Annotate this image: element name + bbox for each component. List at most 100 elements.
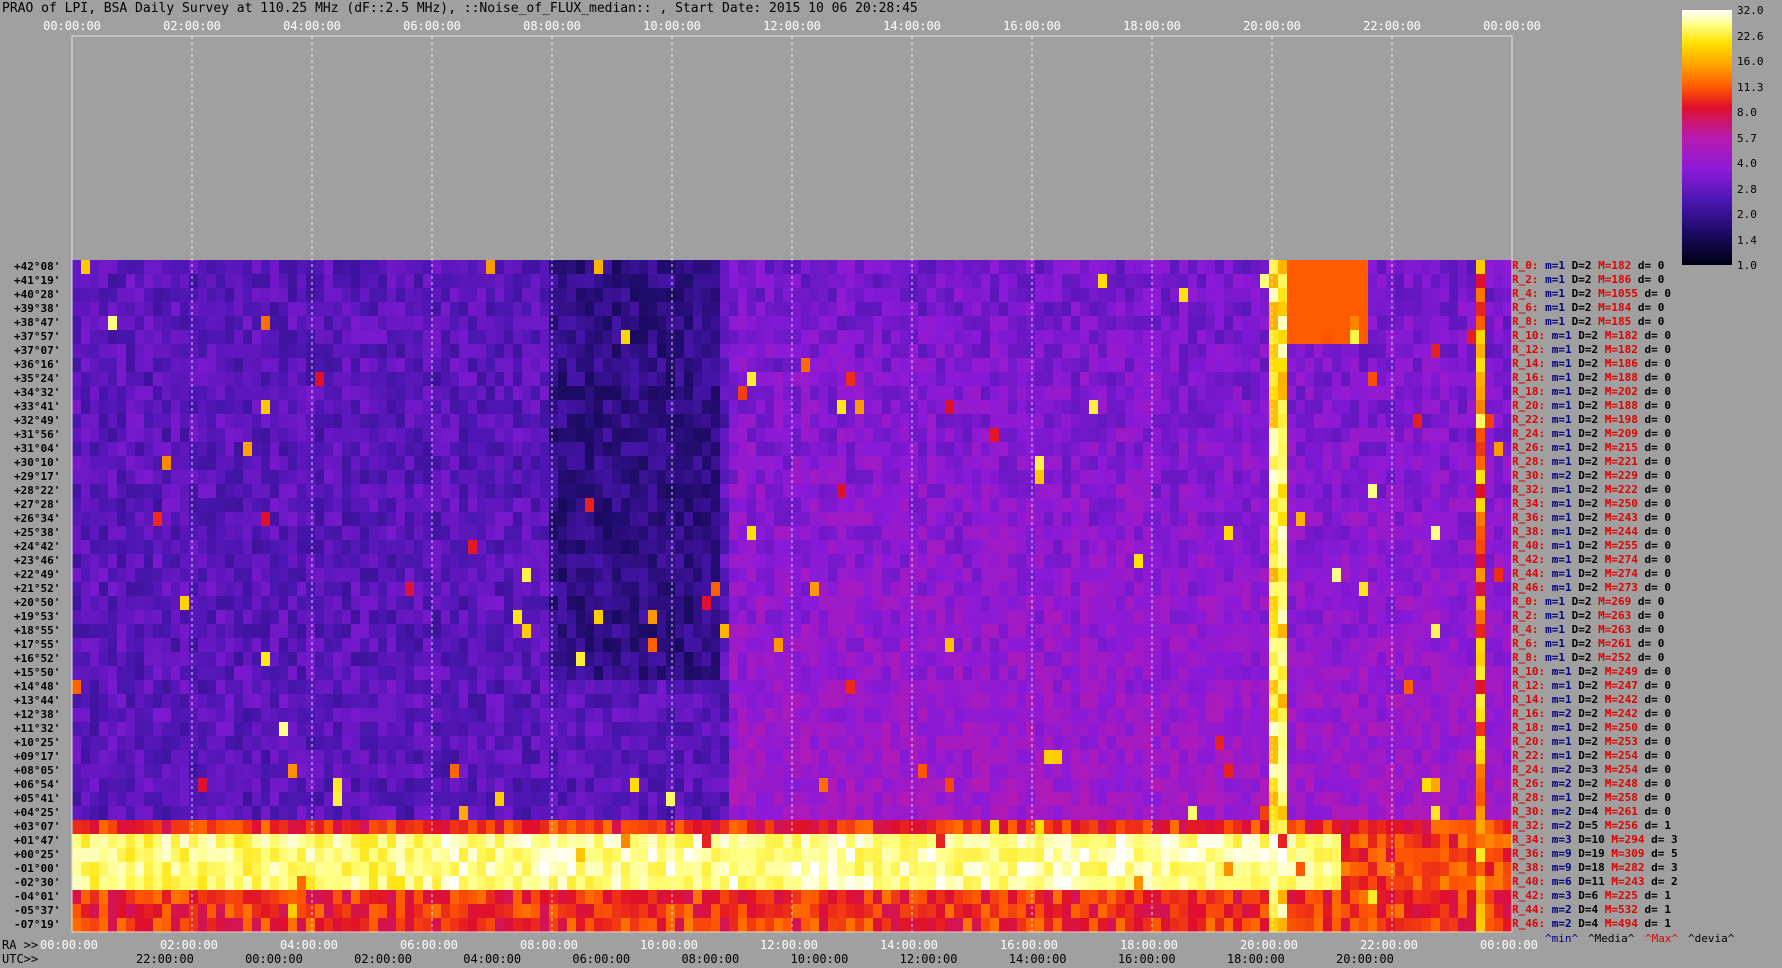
heatmap-cell [126,694,136,709]
heatmap-cell [684,484,694,499]
heatmap-cell [513,456,523,471]
heatmap-cell [459,498,469,513]
heatmap-cell [1242,526,1252,541]
heatmap-cell [1134,610,1144,625]
heatmap-cell [1251,414,1261,429]
heatmap-cell [450,428,460,443]
heatmap-cell [1143,372,1153,387]
heatmap-cell [216,652,226,667]
heatmap-cell [828,568,838,583]
heatmap-cell [1458,470,1468,485]
heatmap-cell [1188,484,1198,499]
heatmap-cell [945,302,955,317]
heatmap-cell [1278,400,1288,415]
heatmap-cell [621,330,631,345]
heatmap-cell [864,288,874,303]
heatmap-cell [783,288,793,303]
heatmap-cell [1350,274,1360,289]
heatmap-cell [936,638,946,653]
heatmap-cell [504,344,514,359]
heatmap-cell [1377,400,1387,415]
heatmap-cell [252,260,262,275]
heatmap-cell [486,610,496,625]
heatmap-cell [180,428,190,443]
heatmap-cell [378,680,388,695]
heatmap-cell [1107,470,1117,485]
heatmap-cell [774,680,784,695]
heatmap-cell [1458,554,1468,569]
heatmap-cell [189,414,199,429]
heatmap-cell [108,498,118,513]
heatmap-cell [1305,274,1315,289]
heatmap-cell [999,330,1009,345]
heatmap-cell [513,372,523,387]
heatmap-cell [1080,512,1090,527]
heatmap-cell [252,596,262,611]
heatmap-cell [855,302,865,317]
heatmap-cell [1395,582,1405,597]
heatmap-cell [1350,526,1360,541]
heatmap-cell [1152,568,1162,583]
heatmap-cell [1161,470,1171,485]
heatmap-cell [999,442,1009,457]
heatmap-cell [576,526,586,541]
heatmap-cell [1368,498,1378,513]
heatmap-cell [297,680,307,695]
heatmap-cell [531,274,541,289]
heatmap-cell [522,428,532,443]
heatmap-cell [360,274,370,289]
heatmap-cell [846,512,856,527]
heatmap-cell [1278,316,1288,331]
heatmap-cell [468,624,478,639]
heatmap-cell [135,288,145,303]
heatmap-cell [1269,428,1279,443]
heatmap-cell [153,554,163,569]
heatmap-cell [117,526,127,541]
heatmap-cell [252,680,262,695]
heatmap-cell [522,372,532,387]
heatmap-cell [1062,456,1072,471]
heatmap-cell [72,260,82,275]
heatmap-cell [1377,638,1387,653]
heatmap-cell [990,624,1000,639]
heatmap-cell [279,344,289,359]
heatmap-cell [261,428,271,443]
heatmap-cell [855,498,865,513]
heatmap-cell [756,652,766,667]
heatmap-cell [1332,484,1342,499]
heatmap-cell [1026,456,1036,471]
heatmap-cell [1377,582,1387,597]
heatmap-cell [1467,344,1477,359]
heatmap-cell [423,512,433,527]
heatmap-cell [639,568,649,583]
heatmap-cell [1125,288,1135,303]
heatmap-cell [243,694,253,709]
heatmap-cell [189,624,199,639]
heatmap-cell [1314,442,1324,457]
heatmap-cell [162,680,172,695]
heatmap-cell [207,274,217,289]
heatmap-cell [1143,302,1153,317]
heatmap-cell [756,372,766,387]
heatmap-cell [1098,652,1108,667]
heatmap-cell [936,498,946,513]
heatmap-cell [999,470,1009,485]
heatmap-cell [450,568,460,583]
heatmap-cell [144,484,154,499]
heatmap-cell [1368,680,1378,695]
heatmap-cell [486,288,496,303]
heatmap-cell [1143,470,1153,485]
heatmap-cell [954,666,964,681]
heatmap-cell [1134,260,1144,275]
heatmap-cell [747,442,757,457]
heatmap-cell [162,386,172,401]
heatmap-cell [1179,358,1189,373]
heatmap-cell [1413,540,1423,555]
heatmap-cell [243,358,253,373]
heatmap-cell [360,568,370,583]
heatmap-cell [729,428,739,443]
heatmap-cell [81,680,91,695]
heatmap-cell [1062,498,1072,513]
heatmap-cell [540,638,550,653]
heatmap-cell [873,596,883,611]
